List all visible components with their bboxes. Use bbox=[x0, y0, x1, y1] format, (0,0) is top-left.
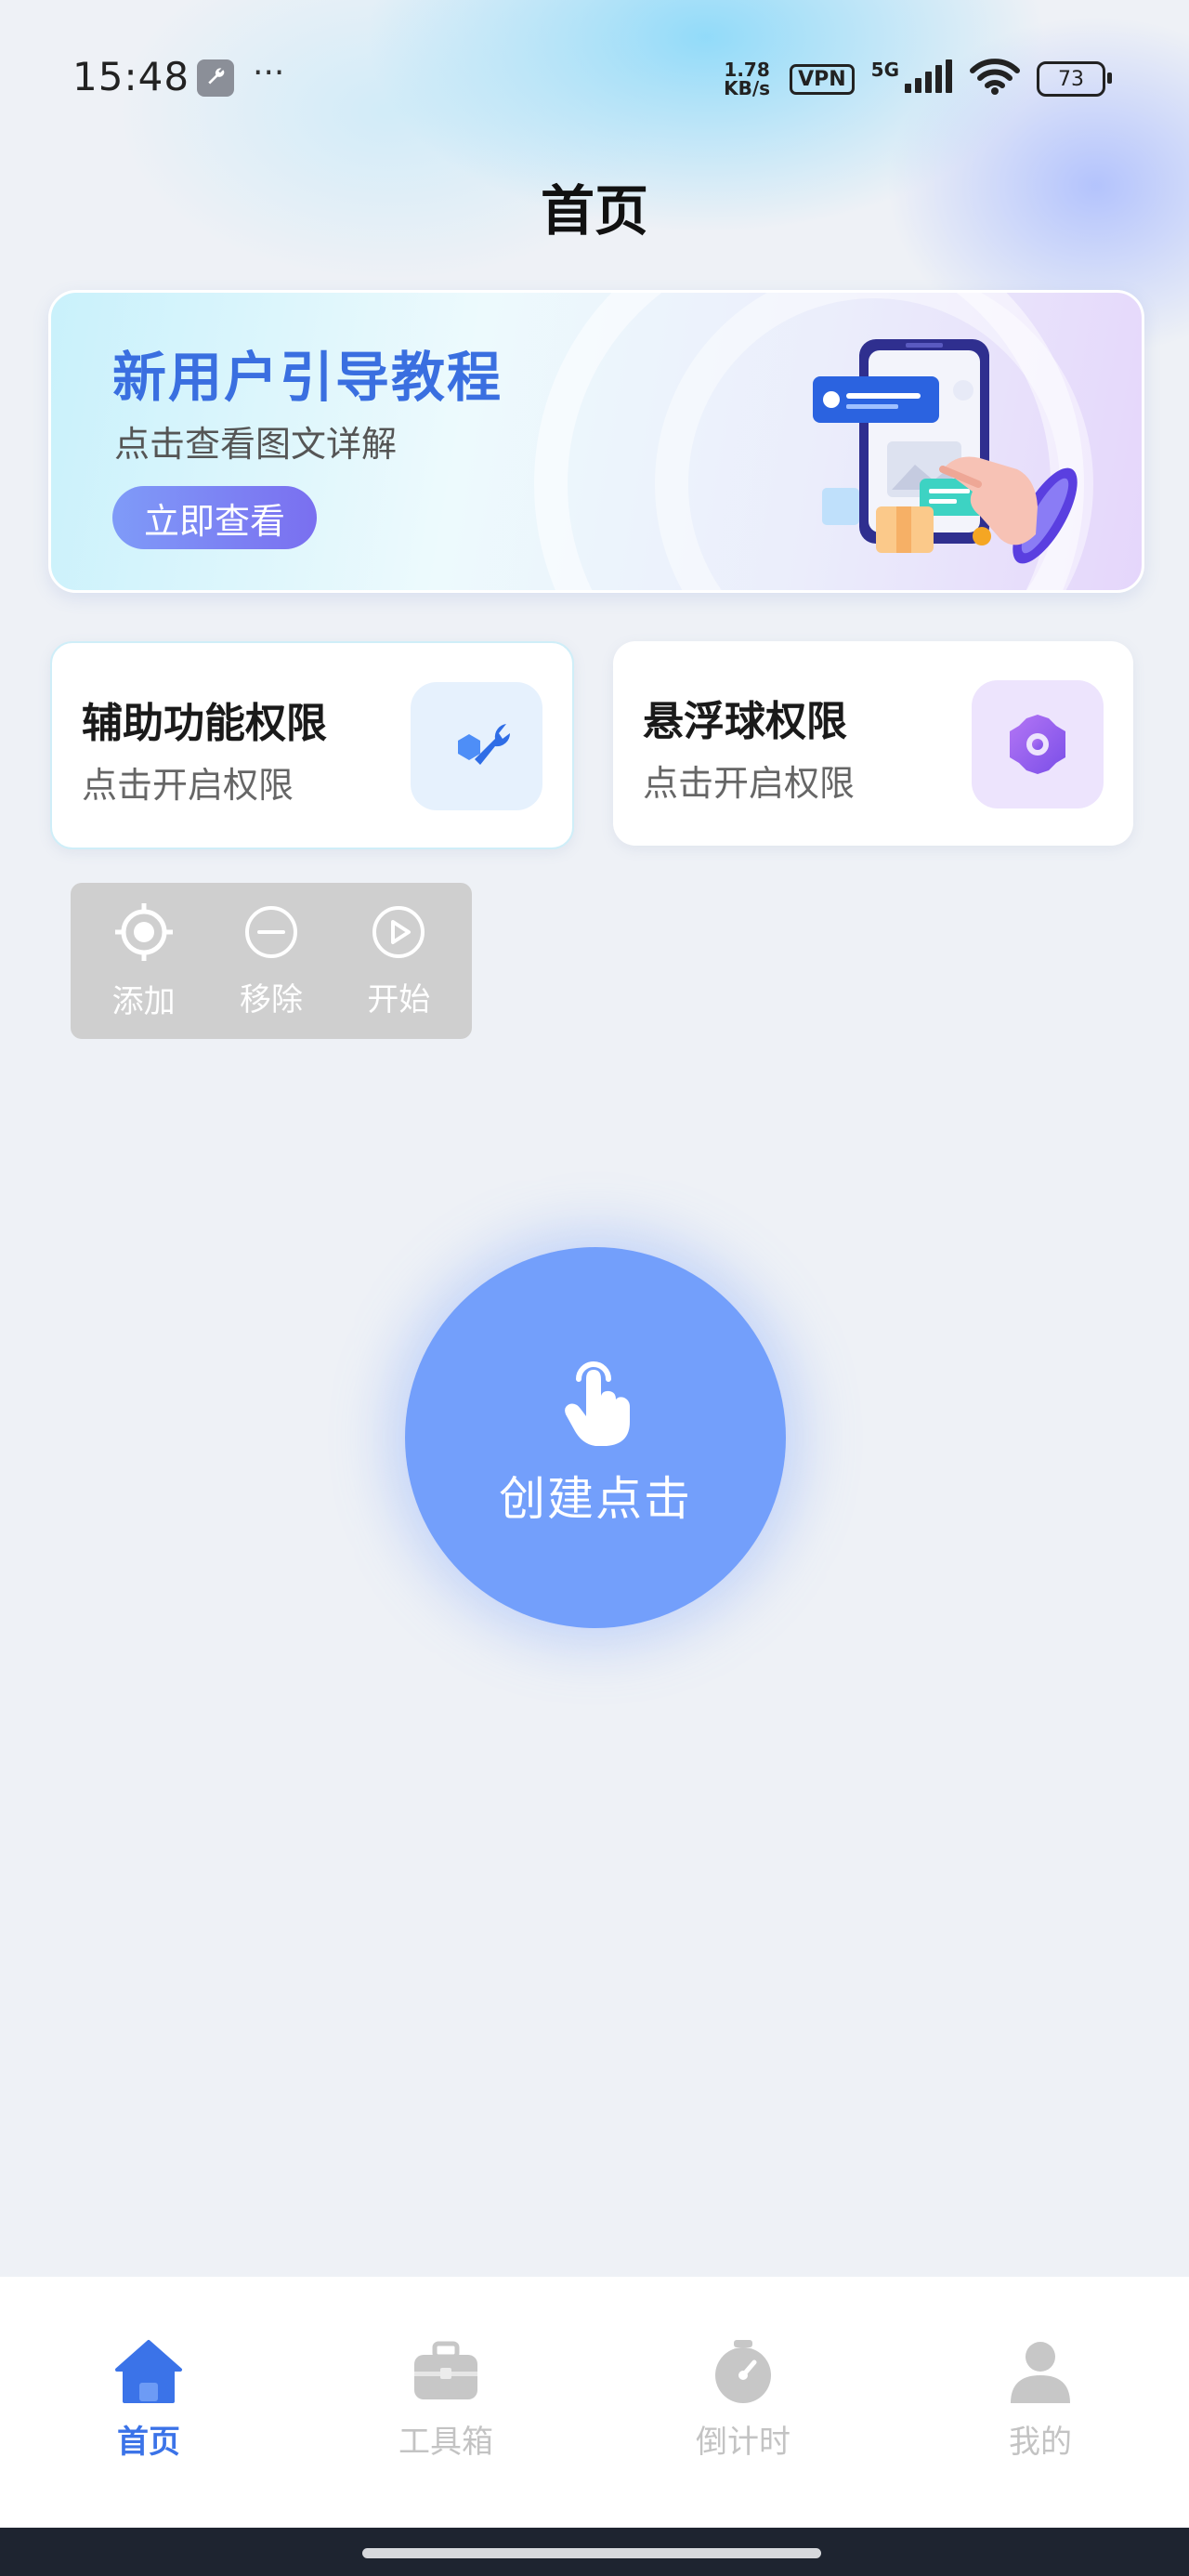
play-circle-icon bbox=[370, 903, 427, 974]
add-button[interactable]: 添加 bbox=[88, 901, 200, 1021]
tab-label: 倒计时 bbox=[696, 2424, 790, 2461]
permission-subtitle: 点击开启权限 bbox=[82, 765, 294, 806]
permission-title: 悬浮球权限 bbox=[643, 698, 847, 745]
user-icon bbox=[1005, 2338, 1076, 2409]
home-indicator[interactable] bbox=[362, 2548, 821, 2558]
tap-hand-icon bbox=[551, 1347, 640, 1452]
create-click-button[interactable]: 创建点击 bbox=[405, 1247, 786, 1628]
floating-control-panel: 添加 移除 开始 bbox=[71, 883, 472, 1039]
create-click-label: 创建点击 bbox=[499, 1472, 692, 1525]
banner-subtitle: 点击查看图文详解 bbox=[114, 424, 398, 465]
network-type: 5G bbox=[870, 59, 899, 81]
add-label: 添加 bbox=[111, 982, 176, 1020]
tab-label: 我的 bbox=[1009, 2424, 1072, 2461]
wifi-icon bbox=[970, 59, 1020, 99]
start-label: 开始 bbox=[367, 980, 431, 1019]
more-notifications: ··· bbox=[253, 54, 285, 92]
status-bar: 15:48 ··· 1.78 KB/s VPN 5G 73 bbox=[0, 0, 1189, 158]
tab-profile[interactable]: 我的 bbox=[957, 2338, 1124, 2462]
status-time: 15:48 bbox=[72, 54, 190, 99]
net-speed-value: 1.78 bbox=[724, 59, 770, 81]
wrench-icon bbox=[197, 59, 234, 97]
page-title: 首页 bbox=[540, 179, 648, 243]
phone-tutorial-illustration bbox=[757, 321, 1110, 575]
remove-button[interactable]: 移除 bbox=[216, 903, 327, 1019]
remove-label: 移除 bbox=[239, 980, 303, 1019]
tutorial-banner[interactable]: 新用户引导教程 点击查看图文详解 立即查看 bbox=[48, 290, 1144, 593]
tab-label: 工具箱 bbox=[399, 2424, 493, 2461]
status-indicators: 1.78 KB/s VPN 5G 73 bbox=[721, 56, 1112, 102]
battery-level: 73 bbox=[1058, 67, 1084, 91]
banner-title: 新用户引导教程 bbox=[112, 346, 503, 409]
tab-label: 首页 bbox=[117, 2424, 180, 2461]
accessibility-permission-card[interactable]: 辅助功能权限 点击开启权限 bbox=[50, 641, 574, 849]
tab-countdown[interactable]: 倒计时 bbox=[660, 2338, 827, 2462]
view-now-button[interactable]: 立即查看 bbox=[112, 486, 317, 549]
vpn-badge: VPN bbox=[790, 63, 855, 95]
tab-toolbox[interactable]: 工具箱 bbox=[362, 2338, 529, 2462]
permission-title: 辅助功能权限 bbox=[82, 700, 327, 747]
minus-circle-icon bbox=[242, 903, 300, 974]
battery-icon: 73 bbox=[1037, 61, 1112, 97]
signal-icon bbox=[903, 59, 953, 99]
permission-subtitle: 点击开启权限 bbox=[643, 763, 856, 804]
net-speed: 1.78 KB/s bbox=[721, 60, 773, 98]
tab-home[interactable]: 首页 bbox=[65, 2338, 232, 2462]
toolbox-icon bbox=[411, 2338, 481, 2409]
bottom-tab-bar: 首页 工具箱 倒计时 我的 bbox=[0, 2277, 1189, 2528]
system-navigation-bar bbox=[0, 2528, 1189, 2576]
home-icon bbox=[113, 2338, 184, 2409]
start-button[interactable]: 开始 bbox=[343, 903, 454, 1019]
gear-icon bbox=[972, 680, 1104, 808]
wrench-icon bbox=[411, 682, 542, 810]
net-speed-unit: KB/s bbox=[724, 77, 771, 99]
floating-ball-permission-card[interactable]: 悬浮球权限 点击开启权限 bbox=[613, 641, 1133, 846]
stopwatch-icon bbox=[708, 2338, 778, 2409]
target-icon bbox=[113, 901, 175, 976]
